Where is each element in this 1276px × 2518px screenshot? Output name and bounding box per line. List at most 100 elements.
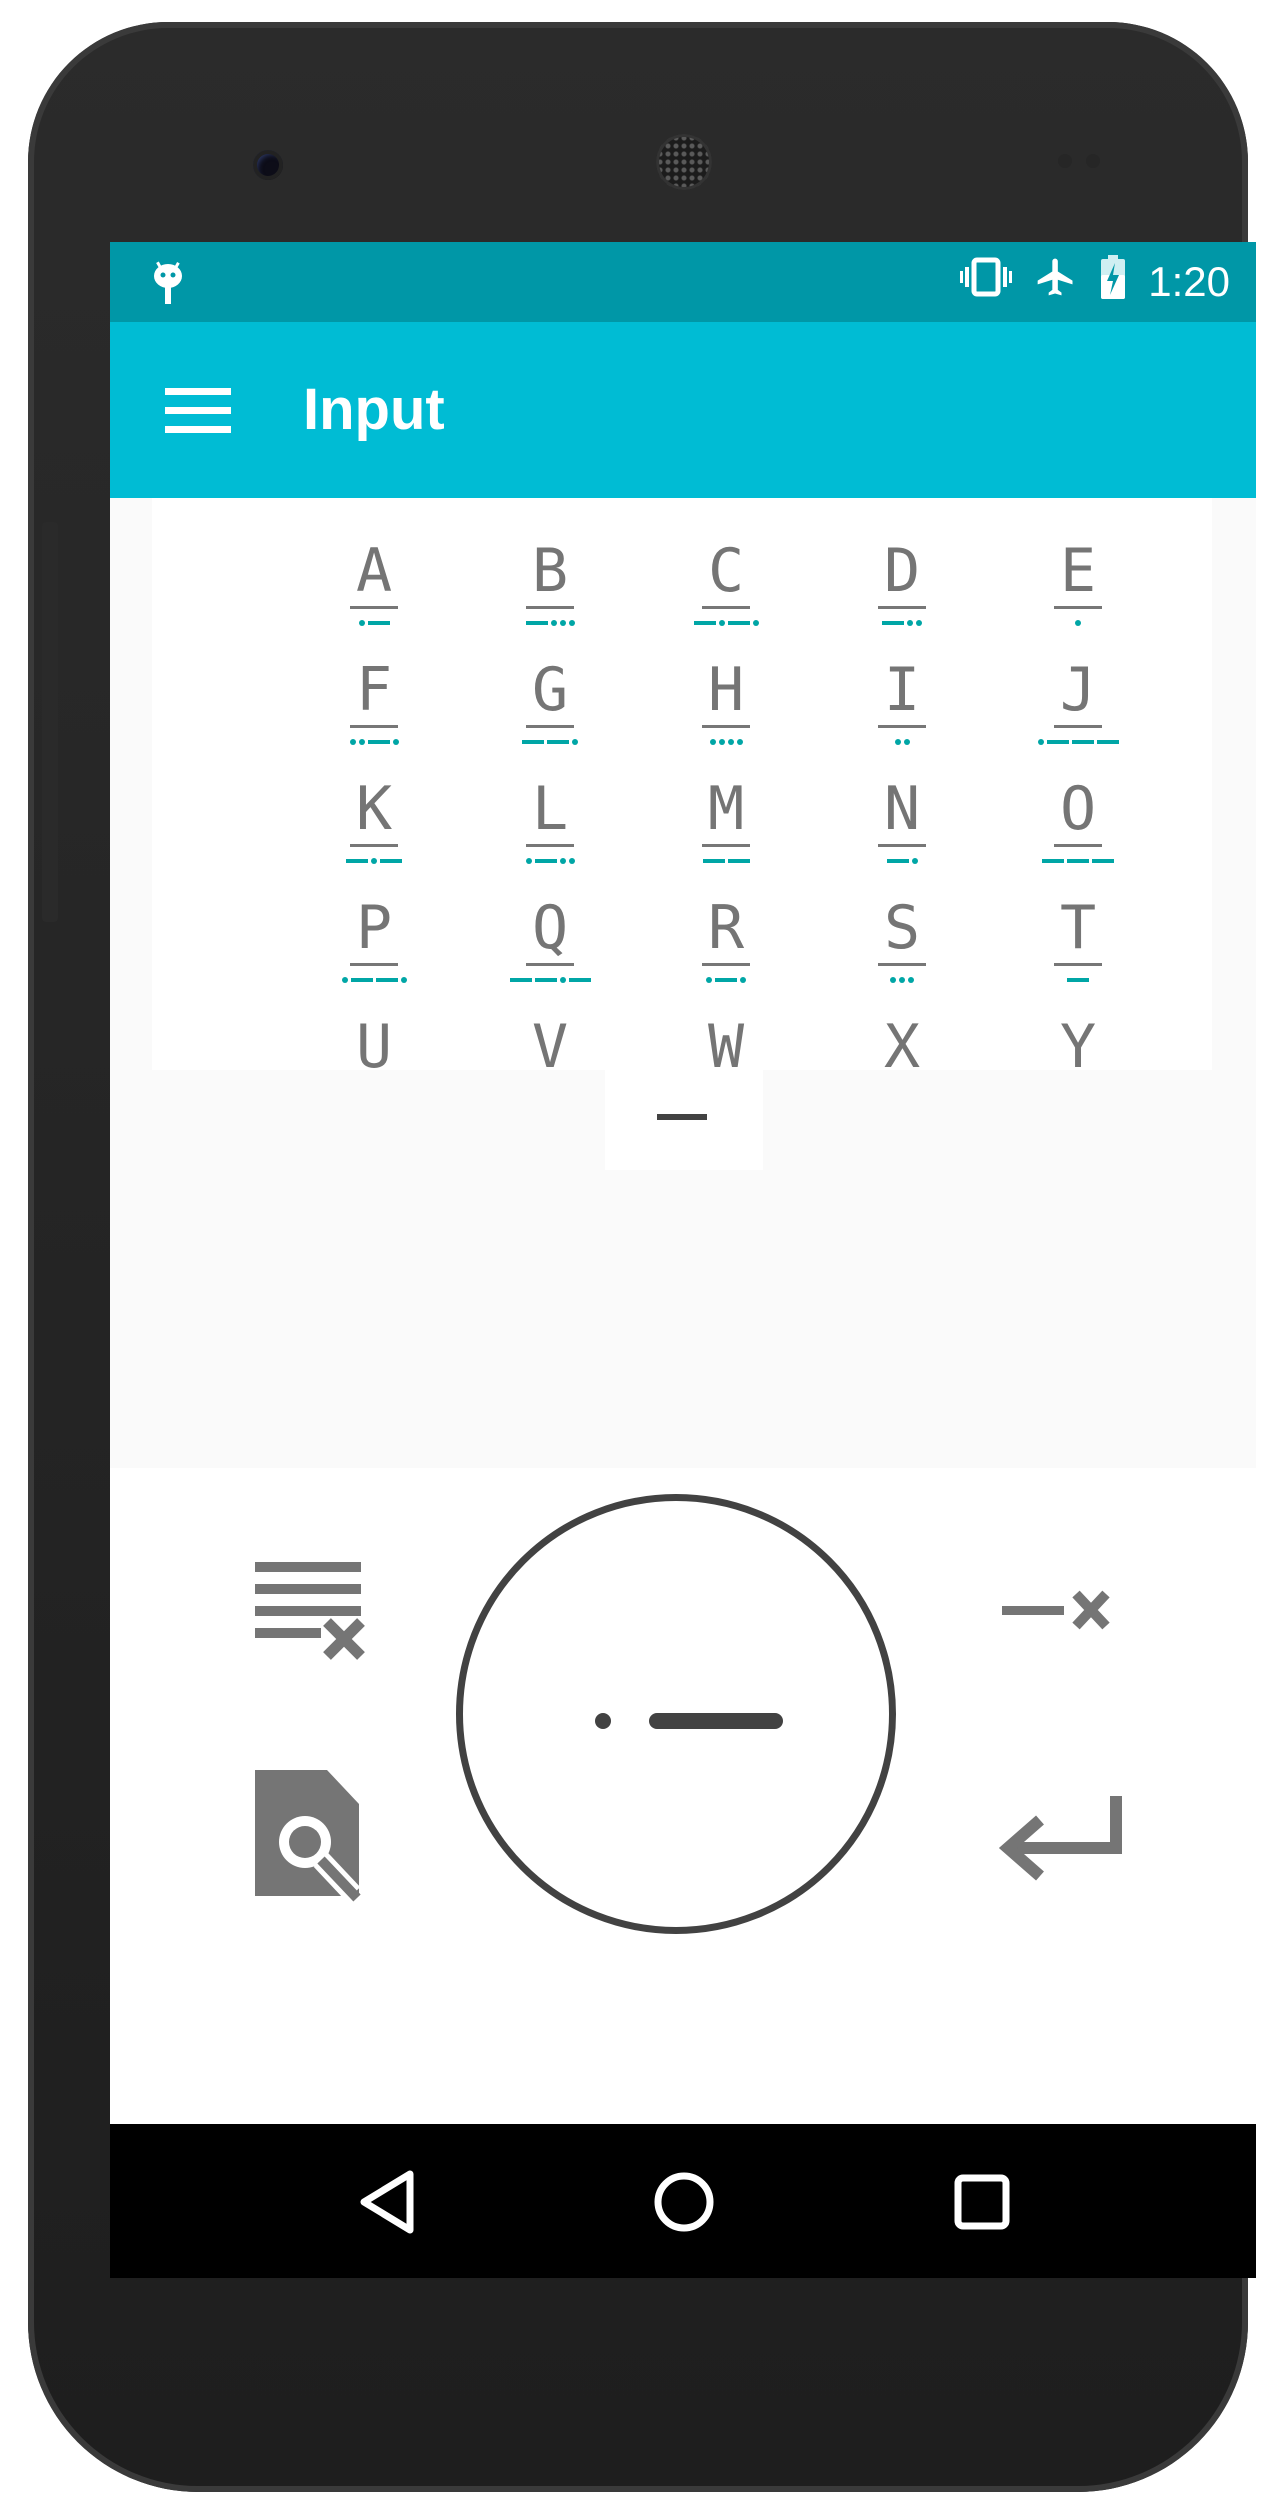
morse-code: [1075, 619, 1081, 627]
recents-icon[interactable]: [944, 2164, 1020, 2240]
morse-dash: [350, 978, 373, 982]
app-bar: Input: [110, 322, 1256, 498]
morse-code: [886, 857, 918, 865]
battery-charging-icon: [1100, 255, 1126, 309]
morse-code: [890, 976, 914, 984]
morse-dash: [367, 740, 390, 744]
dot-icon: [595, 1713, 611, 1729]
morse-code: [522, 738, 578, 746]
screen: 1:20 Input A B C D E F G H I J K L M N O P Q R S T U V W X Y: [110, 242, 1256, 2278]
morse-letter-cell: Q: [462, 895, 638, 1014]
morse-code: [882, 619, 922, 627]
morse-dash: [547, 740, 569, 744]
morse-dot: [559, 977, 566, 983]
dash-mark: [657, 1114, 707, 1120]
morse-letter: M: [701, 776, 751, 847]
proximity-sensor: [1058, 154, 1072, 168]
morse-letter-cell: S: [814, 895, 990, 1014]
morse-dash: [1042, 859, 1064, 863]
morse-dash: [522, 740, 544, 744]
enter-return-icon[interactable]: [990, 1790, 1130, 1890]
morse-dot: [706, 977, 712, 983]
morse-dot: [899, 977, 905, 983]
dot-dash-key-button[interactable]: [456, 1494, 896, 1934]
morse-dash: [568, 978, 591, 982]
morse-dot: [894, 739, 901, 745]
morse-dash: [525, 621, 548, 625]
morse-dot: [752, 620, 759, 626]
document-search-icon[interactable]: [255, 1770, 375, 1910]
morse-letter: W: [702, 1014, 750, 1070]
morse-letter: N: [877, 776, 927, 847]
back-icon[interactable]: [350, 2164, 426, 2240]
morse-letter: J: [1053, 657, 1103, 728]
morse-dash: [727, 621, 750, 625]
morse-letter-cell: R: [638, 895, 814, 1014]
morse-letter-cell: K: [286, 776, 462, 895]
morse-letter-cell: A: [286, 538, 462, 657]
morse-table: A B C D E F G H I J K L M N O P Q R S T U V W X Y: [286, 538, 1166, 1070]
morse-dot: [903, 739, 910, 745]
front-camera: [253, 150, 283, 180]
home-icon[interactable]: [646, 2164, 722, 2240]
morse-dash: [693, 621, 716, 625]
morse-letter: H: [701, 657, 751, 728]
morse-dot: [525, 858, 532, 864]
morse-dash: [1046, 740, 1069, 744]
morse-dot: [916, 620, 922, 626]
morse-letter-cell: P: [286, 895, 462, 1014]
morse-letter: X: [878, 1014, 926, 1070]
morse-letter: B: [525, 538, 575, 609]
morse-dot: [736, 739, 743, 745]
morse-letter: Y: [1054, 1014, 1102, 1070]
morse-table-card[interactable]: A B C D E F G H I J K L M N O P Q R S T U V W X Y: [152, 498, 1212, 1070]
morse-letter: P: [349, 895, 399, 966]
morse-letter: V: [526, 1014, 574, 1070]
morse-dash: [886, 859, 909, 863]
morse-dot: [709, 739, 716, 745]
morse-letter-cell: G: [462, 657, 638, 776]
morse-letter-cell: T: [990, 895, 1166, 1014]
morse-letter-cell: B: [462, 538, 638, 657]
navigation-bar: [110, 2124, 1256, 2278]
morse-letter-cell: D: [814, 538, 990, 657]
morse-dash: [380, 859, 402, 863]
dash-delete-icon[interactable]: [1002, 1580, 1122, 1640]
morse-dot: [740, 977, 746, 983]
morse-dot: [572, 739, 578, 745]
morse-letter: L: [525, 776, 575, 847]
morse-dash: [702, 859, 725, 863]
morse-letter-cell: Y: [990, 1014, 1166, 1070]
morse-code: [693, 619, 759, 627]
morse-keyboard: [110, 1468, 1256, 2124]
morse-letter: U: [350, 1014, 398, 1070]
morse-dot: [908, 977, 914, 983]
side-button: [42, 522, 58, 922]
morse-dot: [718, 739, 725, 745]
phone-frame: 1:20 Input A B C D E F G H I J K L M N O P Q R S T U V W X Y: [28, 22, 1256, 2492]
dash-icon: [649, 1713, 783, 1729]
morse-code: [525, 857, 575, 865]
menu-icon[interactable]: [165, 388, 231, 434]
clear-all-icon[interactable]: [255, 1562, 375, 1682]
morse-dot: [1037, 739, 1044, 745]
morse-dot: [392, 739, 399, 745]
morse-reference: A B C D E F G H I J K L M N O P Q R S T U V W X Y: [110, 498, 1256, 1468]
morse-dash: [1067, 978, 1089, 982]
morse-letter-cell: C: [638, 538, 814, 657]
morse-dot: [358, 739, 365, 745]
morse-letter-cell: I: [814, 657, 990, 776]
morse-dash: [1096, 740, 1119, 744]
morse-dash: [1071, 740, 1094, 744]
morse-letter: D: [877, 538, 927, 609]
page-title: Input: [303, 377, 445, 442]
morse-dot: [568, 620, 575, 626]
morse-letter: R: [701, 895, 751, 966]
android-debug-icon: [152, 260, 184, 311]
morse-letter: O: [1053, 776, 1103, 847]
morse-code: [1042, 857, 1114, 865]
morse-letter-cell: W: [638, 1014, 814, 1070]
morse-code: [525, 619, 575, 627]
morse-dot: [559, 620, 566, 626]
light-sensor: [1086, 154, 1100, 168]
